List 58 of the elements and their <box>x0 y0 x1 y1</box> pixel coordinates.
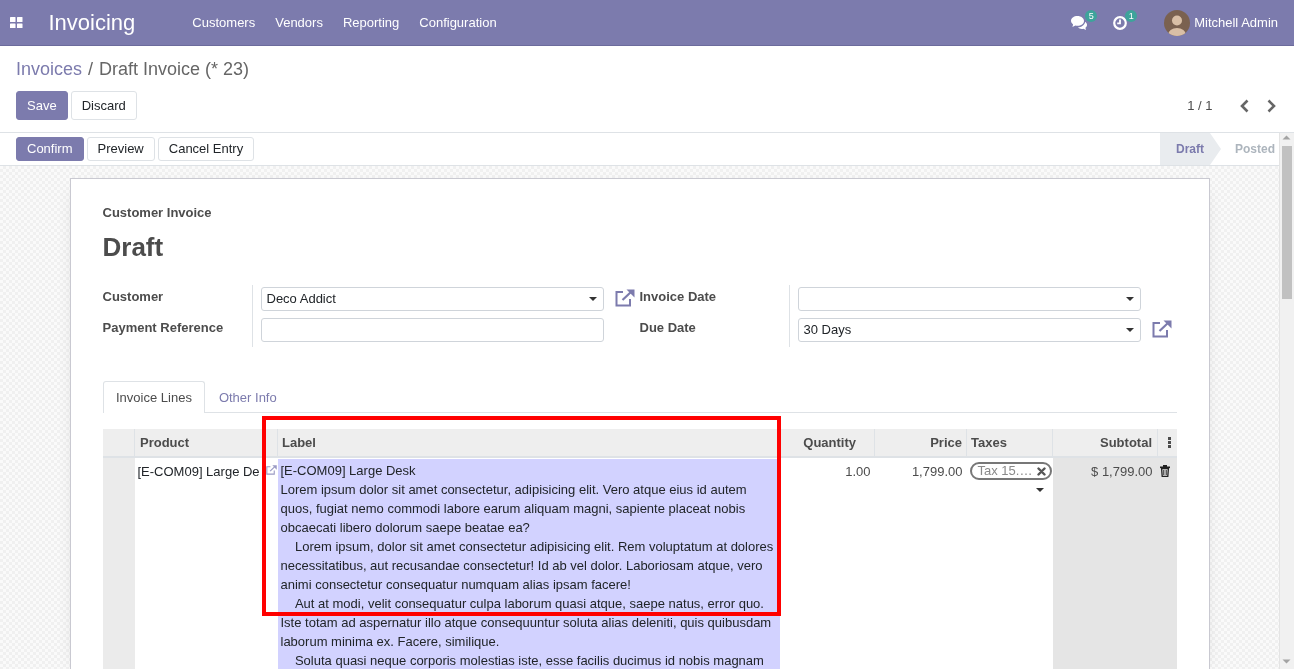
column-header[interactable]: Taxes <box>971 434 1007 450</box>
caret-icon[interactable] <box>1125 297 1134 301</box>
avatar-icon[interactable] <box>1164 9 1191 36</box>
external-link-icon[interactable] <box>1151 320 1172 338</box>
column-header[interactable]: Product <box>140 434 190 450</box>
tab[interactable]: Other Info <box>205 381 291 413</box>
chat-bubbles-icon[interactable] <box>1071 15 1088 30</box>
scrollbar-thumb[interactable] <box>1282 146 1292 299</box>
confirm-button[interactable]: Confirm <box>16 137 84 161</box>
cancel-entry-button[interactable]: Cancel Entry <box>157 137 255 161</box>
column-header[interactable]: Price <box>930 434 962 450</box>
field-label: Due Date <box>639 319 697 337</box>
menu-item[interactable]: Customers <box>182 12 266 33</box>
preview-button[interactable]: Preview <box>86 137 155 161</box>
caret-icon[interactable] <box>588 297 597 301</box>
breadcrumb-link[interactable]: Invoices <box>16 57 83 81</box>
dropdown-field[interactable]: Deco Addict <box>260 287 604 311</box>
product-field[interactable]: [E-COM09] Large De <box>137 462 260 482</box>
caret-icon[interactable] <box>1125 328 1134 332</box>
subtotal-cell: $ 1,799.00 <box>1052 457 1158 669</box>
breadcrumb-separator: / <box>88 58 94 81</box>
save-button[interactable]: Save <box>16 91 68 120</box>
quantity-field[interactable]: 1.00 <box>845 464 871 479</box>
document-title: Draft <box>102 231 165 263</box>
chevron-right-icon[interactable] <box>1267 98 1276 113</box>
menu-item[interactable]: Vendors <box>265 12 333 33</box>
trash-icon[interactable] <box>1159 465 1170 477</box>
pager-value[interactable]: 1 / 1 <box>1187 96 1213 115</box>
menu-item[interactable]: Configuration <box>409 12 507 33</box>
field-label: Payment Reference <box>102 319 225 337</box>
clock-icon[interactable] <box>1113 15 1128 30</box>
price-field[interactable]: 1,799.00 <box>911 464 963 479</box>
field-label: Invoice Date <box>639 288 718 306</box>
notification-count: 5 <box>1085 9 1098 22</box>
dropdown-field[interactable]: 30 Days <box>797 318 1141 342</box>
app-title[interactable]: Invoicing <box>48 9 136 36</box>
user-name[interactable]: Mitchell Admin <box>1194 13 1278 32</box>
dropdown-field[interactable] <box>797 287 1141 311</box>
remove-icon[interactable] <box>1037 466 1047 476</box>
discard-button[interactable]: Discard <box>70 91 137 120</box>
apps-grid-icon[interactable] <box>10 16 23 29</box>
column-header[interactable]: Subtotal <box>1100 434 1152 450</box>
caret-icon[interactable] <box>1035 487 1044 492</box>
scrollbar[interactable] <box>1279 133 1294 669</box>
field-label: Customer <box>102 288 165 306</box>
tab[interactable]: Invoice Lines <box>102 381 206 413</box>
text-field[interactable] <box>260 318 604 342</box>
label-textarea[interactable]: [E-COM09] Large Desk Lorem ipsum dolor sit amet consectetur, adipisicing elit. Vero atque eius id autem quos, fugiat nemo commodi labore earum aliquam magni, sapiente placeat nobis obcaecati libero dolorum saepe beatae ea? Lorem ipsum, dolor sit amet consectetur adipisicing elit. Rem voluptatum at dolores necessitatibus, aut recusandae consectetur! Id ab vel dolor. Laboriosam atque, vero animi consectetur consequatur numquam alias ipsam facere! Aut at modi, velit consequatur culpa laborum quasi atque, saepe natus, error quo. Iste totam ad aspernatur illo atque consequuntur soluta alias deleniti, quis quibusdam laborum minima ex. Facere, similique. Soluta quasi neque corporis molestias iste, esse facilis ducimus id nobis magnam <box>277 459 780 669</box>
column-header[interactable]: Label <box>282 434 316 450</box>
notification-count: 1 <box>1125 9 1138 22</box>
menu-item[interactable]: Reporting <box>332 12 410 33</box>
chevron-left-icon[interactable] <box>1239 98 1249 113</box>
external-link-icon[interactable] <box>265 465 277 475</box>
external-link-icon[interactable] <box>614 289 635 307</box>
document-type-label: Customer Invoice <box>102 204 213 222</box>
column-header[interactable]: Quantity <box>803 434 856 450</box>
vertical-ellipsis-icon[interactable] <box>1168 437 1171 448</box>
breadcrumb-current: Draft Invoice (* 23) <box>99 58 250 81</box>
